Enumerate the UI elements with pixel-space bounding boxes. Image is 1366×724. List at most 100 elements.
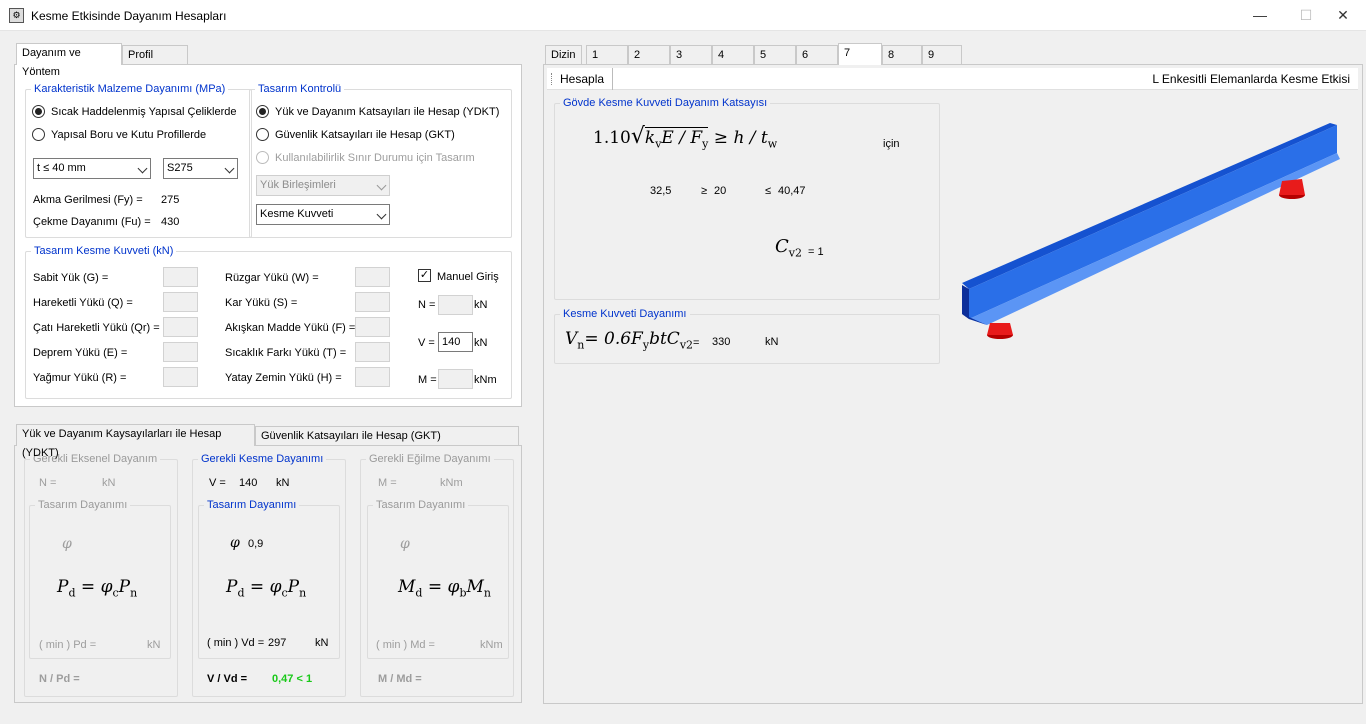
axial-formula-rhs: P [118,577,131,597]
axial-min-unit: kN [147,639,161,651]
support-left [987,323,1013,335]
tab-5[interactable]: 5 [754,45,796,65]
load-e-input[interactable] [163,342,198,362]
load-combo-select[interactable]: Yük Birleşimleri [256,175,390,196]
shear-phi-symbol: φ [230,535,240,551]
moment-formula-phi: φ [447,577,460,597]
tab-gkt[interactable]: Güvenlik Katsayıları ile Hesap (GKT) [255,426,519,446]
tab-dizin[interactable]: Dizin [545,45,582,65]
load-e-label: Deprem Yükü (E) = [33,347,128,359]
beam-web [969,125,1337,319]
coef-val2: 20 [714,185,727,197]
tab-1[interactable]: 1 [586,45,628,65]
shear-res-title: Kesme Kuvveti Dayanımı [560,307,690,321]
shear-res-value: 330 [712,336,731,348]
load-t-input[interactable] [355,342,390,362]
right-panel: Hesapla L Enkesitli Elemanlarda Kesme Et… [543,64,1363,704]
tab-4[interactable]: 4 [712,45,754,65]
tab-profil-secimi[interactable]: Profil Seçimi [122,45,188,80]
right-toolbar: Hesapla L Enkesitli Elemanlarda Kesme Et… [547,68,1358,90]
shear-res-rhs2: btC [649,329,680,349]
material-title: Karakteristik Malzeme Dayanımı (MPa) [31,82,229,96]
load-r-input[interactable] [163,367,198,387]
load-qr-input[interactable] [163,317,198,337]
force-type-value: Kesme Kuvveti [260,208,334,220]
load-s-input[interactable] [355,292,390,312]
radio-pipe-box[interactable] [32,128,45,141]
moment-title: Gerekli Eğilme Dayanımı [366,452,494,466]
axial-design-group: Tasarım Dayanımı φ Pd = φcPn ( min ) Pd … [29,498,171,659]
axial-group: Gerekli Eksenel Dayanım N = kN Tasarım D… [24,452,178,697]
tab-7[interactable]: 7 [838,43,882,65]
shear-res-eq: = [693,337,700,349]
tab-ydkt[interactable]: Yük ve Dayanım Kaysayılarları ile Hesap … [16,424,255,459]
tab-dayanim-yontem[interactable]: Dayanım ve Yöntem [16,43,122,78]
load-r-label: Yağmur Yükü (R) = [33,372,127,384]
close-button[interactable]: ✕ [1320,0,1366,31]
shear-res-formula: Vn= 0.6FybtCv2 [565,329,693,351]
coef-le: ≤ [765,185,772,197]
moment-design-group: Tasarım Dayanımı φ Md = φbMn ( min ) Md … [367,498,509,659]
radio-ydkt[interactable] [256,105,269,118]
shear-design-group: Tasarım Dayanımı φ 0,9 Pd = φcPn ( min )… [198,498,340,659]
cv-sub: v2 [788,246,802,260]
moment-min-unit: kNm [480,639,503,651]
hot-rolled-label: Sıcak Haddelenmiş Yapısal Çeliklerde [51,106,237,118]
coef-ge: ≥ [701,185,708,197]
force-type-select[interactable]: Kesme Kuvveti [256,204,390,225]
axial-req-label: N = [39,477,57,489]
n-input[interactable] [438,295,473,315]
gkt-label: Güvenlik Katsayıları ile Hesap (GKT) [275,129,455,141]
coef-k: k [644,128,656,148]
n-unit: kN [474,299,488,311]
grade-select[interactable]: S275 [163,158,238,179]
m-label: M = [418,374,437,386]
shear-res-unit: kN [765,336,779,348]
coef-ineq: ≥ h / t [713,128,768,148]
shear-res-rhs2-sub: v2 [679,338,694,352]
radio-serviceability[interactable] [256,151,269,164]
load-w-input[interactable] [355,267,390,287]
coef-f-sub: y [702,137,709,151]
thickness-select[interactable]: t ≤ 40 mm [33,158,151,179]
radio-hot-rolled[interactable] [32,105,45,118]
axial-ratio-label: N / Pd = [39,673,80,685]
minimize-button[interactable]: — [1237,0,1283,31]
load-t-label: Sıcaklık Farkı Yükü (T) = [225,347,347,359]
moment-req-unit: kNm [440,477,463,489]
design-group: Tasarım Kontrolü Yük ve Dayanım Katsayıl… [249,82,512,238]
m-input[interactable] [438,369,473,389]
calculate-button[interactable]: Hesapla [555,68,614,90]
load-h-label: Yatay Zemin Yükü (H) = [225,372,342,384]
chevron-down-icon [376,209,387,220]
load-f-input[interactable] [355,317,390,337]
moment-req-label: M = [378,477,397,489]
load-g-input[interactable] [163,267,198,287]
v-input[interactable]: 140 [438,332,473,352]
thickness-value: t ≤ 40 mm [37,162,86,174]
shear-formula-rhs: P [287,577,300,597]
toolbar-grip [551,73,552,85]
moment-formula-lhs-sub: d [415,586,423,600]
radio-gkt[interactable] [256,128,269,141]
axial-formula-rhs-sub: n [130,586,138,600]
load-q-input[interactable] [163,292,198,312]
tab-6[interactable]: 6 [796,45,838,65]
tab-9[interactable]: 9 [922,45,962,65]
manual-checkbox[interactable]: ✓ [418,269,431,282]
shear-phi-value: 0,9 [248,538,264,550]
fy-value: 275 [161,194,180,206]
shear-res-lhs: V [565,329,578,349]
load-h-input[interactable] [355,367,390,387]
shear-ratio-value: 0,47 < 1 [272,673,313,685]
axial-formula-phi: φ [100,577,113,597]
moment-formula: Md = φbMn [398,577,491,600]
tab-2[interactable]: 2 [628,45,670,65]
tab-8[interactable]: 8 [882,45,922,65]
left-top-panel: Karakteristik Malzeme Dayanımı (MPa) Sıc… [14,64,522,407]
axial-req-unit: kN [102,477,116,489]
tab-3[interactable]: 3 [670,45,712,65]
design-title: Tasarım Kontrolü [255,82,345,96]
shear-formula-phi: φ [269,577,282,597]
sqrt-icon: √ [630,124,645,149]
